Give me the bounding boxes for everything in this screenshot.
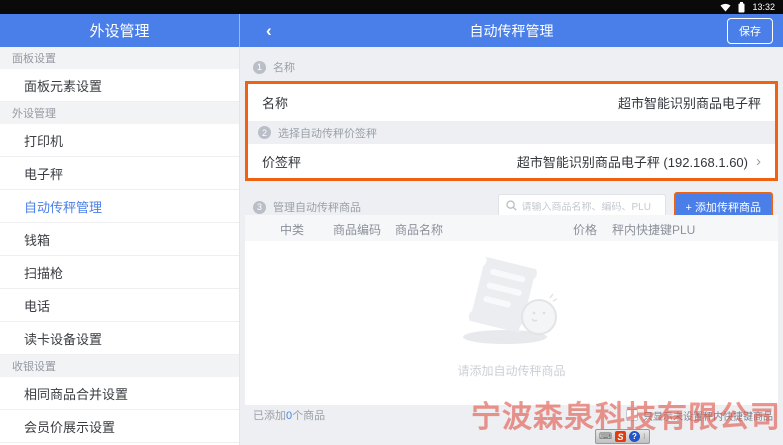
list-footer: 已添加0个商品 只显示未设置秤内快捷键商品 xyxy=(253,407,773,423)
price-scale-row-value: 超市智能识别商品电子秤 (192.168.1.60) xyxy=(517,152,748,171)
chevron-right-icon: › xyxy=(756,153,761,170)
ime-toolbar[interactable]: ⌨ S ? ⁝ xyxy=(595,429,650,444)
filter-checkbox[interactable] xyxy=(626,409,638,421)
sidebar-section-peripherals: 外设管理 xyxy=(0,102,239,124)
app-header: 外设管理 ‹ 自动传秤管理 保存 xyxy=(0,14,783,47)
step1-number-icon: 1 xyxy=(253,61,266,74)
help-icon[interactable]: ? xyxy=(629,431,640,442)
sidebar-item-auto-scale-transfer[interactable]: 自动传秤管理 xyxy=(0,190,239,223)
column-header-product-name: 商品名称 xyxy=(395,221,443,238)
step2-label: 选择自动传秤价签秤 xyxy=(278,125,377,141)
price-scale-row-label: 价签秤 xyxy=(262,152,301,171)
wifi-icon xyxy=(720,3,731,12)
sidebar-item-phone[interactable]: 电话 xyxy=(0,289,239,322)
column-header-plu-hotkey: 秤内快捷键PLU xyxy=(612,221,695,238)
sidebar-item-scanner-gun[interactable]: 扫描枪 xyxy=(0,256,239,289)
status-bar: 13:32 xyxy=(0,0,783,14)
sidebar-item-cash-drawer[interactable]: 钱箱 xyxy=(0,223,239,256)
name-row-value: 超市智能识别商品电子秤 xyxy=(618,93,761,112)
tutorial-highlight-box: 名称 超市智能识别商品电子秤 2 选择自动传秤价签秤 价签秤 超市智能识别商品电… xyxy=(245,81,778,181)
ime-menu-icon[interactable]: ⁝ xyxy=(643,433,646,441)
step1-label-row: 1 名称 xyxy=(253,59,295,75)
step1-label: 名称 xyxy=(273,59,295,75)
step3-label: 管理自动传秤商品 xyxy=(273,199,361,215)
status-clock: 13:32 xyxy=(752,2,775,12)
filter-toggle-row: 只显示未设置秤内快捷键商品 xyxy=(626,408,773,423)
step2-label-row: 2 选择自动传秤价签秤 xyxy=(248,121,775,144)
added-count-text: 已添加0个商品 xyxy=(253,407,325,423)
sidebar-item-electronic-scale[interactable]: 电子秤 xyxy=(0,157,239,190)
sidebar-section-panel-settings: 面板设置 xyxy=(0,47,239,69)
step2-number-icon: 2 xyxy=(258,126,271,139)
sidebar-item-merge-same-goods[interactable]: 相同商品合并设置 xyxy=(0,377,239,410)
products-table-header: 中类 商品编码 商品名称 价格 秤内快捷键PLU xyxy=(245,215,778,241)
page-title: 自动传秤管理 xyxy=(240,21,783,41)
filter-label: 只显示未设置秤内快捷键商品 xyxy=(643,408,773,423)
sidebar-item-card-reader[interactable]: 读卡设备设置 xyxy=(0,322,239,355)
products-table: 中类 商品编码 商品名称 价格 秤内快捷键PLU xyxy=(245,215,778,405)
sidebar-section-cashier-settings: 收银设置 xyxy=(0,355,239,377)
save-button[interactable]: 保存 xyxy=(727,18,773,44)
empty-state: 请添加自动传秤商品 xyxy=(245,255,778,379)
name-row[interactable]: 名称 超市智能识别商品电子秤 xyxy=(248,84,775,121)
price-scale-row[interactable]: 价签秤 超市智能识别商品电子秤 (192.168.1.60) › xyxy=(248,144,775,178)
battery-icon xyxy=(738,2,745,13)
column-header-product-code: 商品编码 xyxy=(333,221,381,238)
main-header: ‹ 自动传秤管理 保存 xyxy=(240,14,783,47)
sidebar-item-panel-elements[interactable]: 面板元素设置 xyxy=(0,69,239,102)
product-search-input[interactable] xyxy=(522,202,658,213)
search-icon xyxy=(506,198,517,216)
sidebar-item-printer[interactable]: 打印机 xyxy=(0,124,239,157)
empty-list-illustration xyxy=(447,338,577,355)
step3-number-icon: 3 xyxy=(253,201,266,214)
sidebar-item-member-price-display[interactable]: 会员价展示设置 xyxy=(0,410,239,443)
column-header-category: 中类 xyxy=(280,221,304,238)
name-row-label: 名称 xyxy=(262,93,288,112)
sidebar-title: 外设管理 xyxy=(0,14,240,47)
empty-state-text: 请添加自动传秤商品 xyxy=(245,362,778,379)
step3-label-row: 3 管理自动传秤商品 xyxy=(253,199,361,215)
main-content: 1 名称 名称 超市智能识别商品电子秤 2 选择自动传秤价签秤 价签秤 超市智能… xyxy=(240,47,783,445)
sidebar: 面板设置 面板元素设置 外设管理 打印机 电子秤 自动传秤管理 钱箱 扫描枪 电… xyxy=(0,47,240,445)
keyboard-icon[interactable]: ⌨ xyxy=(599,432,612,441)
ime-logo-icon[interactable]: S xyxy=(615,431,626,442)
column-header-price: 价格 xyxy=(573,221,597,238)
